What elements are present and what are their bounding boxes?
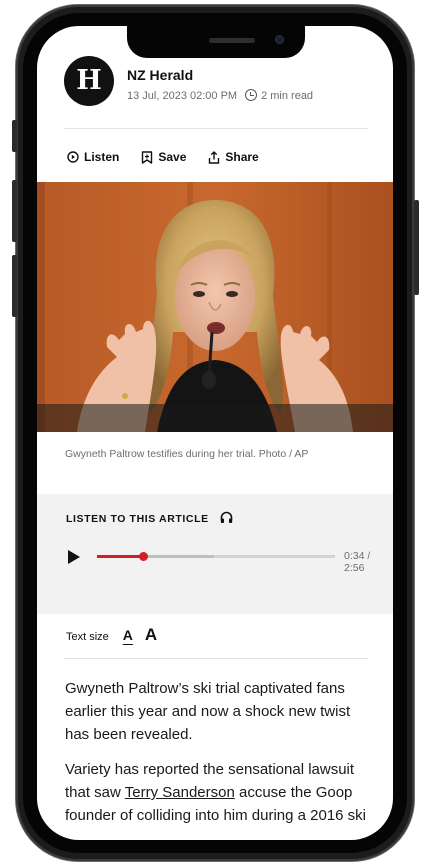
- notch: [127, 26, 305, 58]
- listen-button[interactable]: Listen: [67, 150, 119, 164]
- audio-progress-bar[interactable]: [97, 552, 335, 561]
- photo-illustration: [37, 182, 393, 432]
- publish-date: 13 Jul, 2023 02:00 PM: [127, 90, 238, 102]
- volume-up-button: [12, 180, 17, 242]
- text-size-divider: [64, 658, 368, 659]
- front-camera: [275, 35, 284, 44]
- publisher-header: H NZ Herald 13 Jul, 2023 02:00 PM 2 min r…: [64, 56, 374, 108]
- photo-caption: Gwyneth Paltrow testifies during her tri…: [65, 448, 309, 460]
- text-size-large-button[interactable]: A: [145, 625, 157, 645]
- share-icon: [209, 150, 220, 164]
- screen: H NZ Herald 13 Jul, 2023 02:00 PM 2 min r…: [37, 26, 393, 840]
- read-time: 2 min read: [261, 90, 314, 102]
- bookmark-icon: [142, 150, 153, 164]
- audio-progress-fill: [97, 555, 143, 558]
- clock-icon: [245, 89, 258, 101]
- article-paragraph: Gwyneth Paltrow’s ski trial captivated f…: [65, 680, 351, 743]
- mute-switch: [12, 120, 17, 152]
- article-photo[interactable]: [37, 182, 393, 432]
- headphones-icon: [220, 511, 233, 523]
- article-body: Gwyneth Paltrow’s ski trial captivated f…: [65, 677, 377, 839]
- publisher-logo[interactable]: H: [64, 56, 114, 106]
- share-label: Share: [225, 150, 259, 164]
- text-size-small-button[interactable]: A: [123, 627, 133, 643]
- speaker-grille: [209, 38, 255, 43]
- audio-player-title: LISTEN TO THIS ARTICLE: [66, 513, 209, 525]
- audio-player: LISTEN TO THIS ARTICLE 0:34 / 2:56: [37, 494, 393, 614]
- play-icon[interactable]: [68, 550, 80, 564]
- text-size-label: Text size: [66, 631, 109, 643]
- play-circle-icon: [67, 151, 79, 163]
- article-paragraph: Variety has reported the sensational law…: [65, 758, 377, 827]
- header-divider: [64, 128, 368, 129]
- audio-progress-thumb[interactable]: [138, 552, 148, 561]
- article-meta: 13 Jul, 2023 02:00 PM 2 min read: [127, 89, 313, 102]
- phone-frame: H NZ Herald 13 Jul, 2023 02:00 PM 2 min r…: [0, 0, 431, 866]
- terry-sanderson-link[interactable]: Terry Sanderson: [125, 784, 235, 801]
- volume-down-button: [12, 255, 17, 317]
- share-button[interactable]: Share: [208, 150, 259, 164]
- publisher-name[interactable]: NZ Herald: [127, 67, 193, 83]
- article-actions: Listen Save Share: [67, 147, 281, 167]
- text-size-control: Text size A A: [66, 625, 157, 649]
- power-button: [414, 200, 419, 295]
- audio-time: 0:34 / 2:56: [344, 550, 371, 574]
- save-button[interactable]: Save: [141, 150, 186, 164]
- listen-label: Listen: [84, 150, 120, 164]
- save-label: Save: [158, 150, 187, 164]
